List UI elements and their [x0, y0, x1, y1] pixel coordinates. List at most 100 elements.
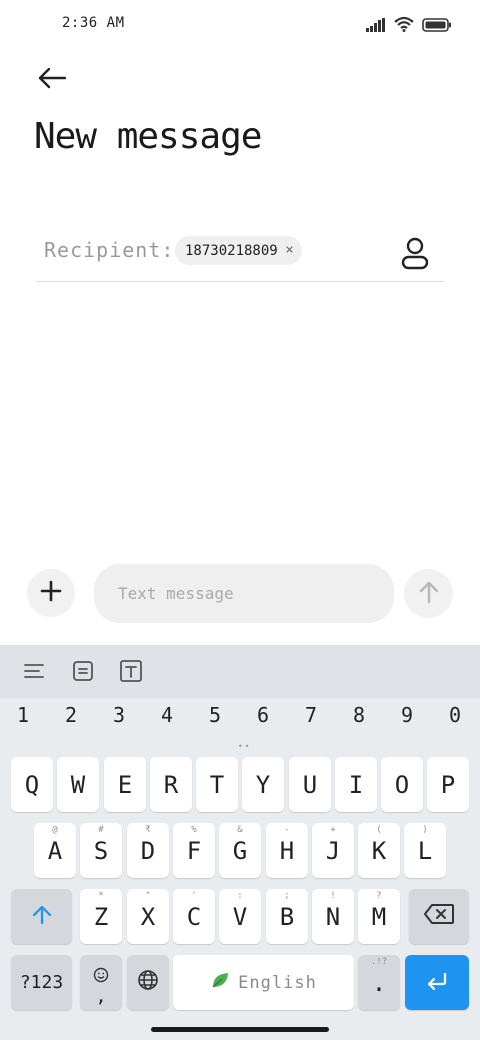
key-label: ?123	[19, 972, 64, 993]
home-indicator[interactable]	[151, 1027, 329, 1032]
key-label: F	[186, 836, 202, 865]
key-hint: (	[376, 825, 382, 835]
document-icon[interactable]	[71, 659, 95, 683]
key-7[interactable]: 7	[291, 703, 331, 727]
key-m[interactable]: ? M	[358, 889, 400, 944]
attach-button[interactable]	[27, 569, 75, 617]
recipient-chip[interactable]: 18730218809 ×	[175, 236, 302, 265]
number-row: 1 2 3 4 5 6 7 8 9 0	[0, 703, 480, 737]
shift-icon	[31, 903, 53, 931]
key-z[interactable]: * Z	[80, 889, 122, 944]
space-key[interactable]: English	[173, 955, 354, 1010]
key-hint: *	[98, 891, 104, 901]
message-input[interactable]	[94, 564, 394, 623]
key-label: S	[93, 836, 109, 865]
space-label: English	[238, 972, 317, 993]
key-label: T	[209, 770, 225, 799]
key-hint: %	[191, 825, 197, 835]
key-hint: ;	[284, 891, 290, 901]
recipient-label: Recipient:	[44, 238, 175, 262]
contact-picker-button[interactable]	[400, 236, 430, 270]
person-icon	[400, 237, 430, 274]
shift-key[interactable]	[11, 889, 72, 944]
key-s[interactable]: # S	[80, 823, 122, 878]
globe-icon	[137, 969, 159, 997]
key-hint: !	[330, 891, 336, 901]
key-e[interactable]: E	[104, 757, 146, 812]
key-u[interactable]: U	[289, 757, 331, 812]
key-hint: :	[237, 891, 243, 901]
enter-key[interactable]	[405, 955, 469, 1010]
key-label: C	[186, 902, 202, 931]
signal-icon	[366, 17, 386, 36]
key-label: G	[232, 836, 248, 865]
key-label: W	[70, 770, 86, 799]
key-o[interactable]: O	[381, 757, 423, 812]
key-label: D	[140, 836, 156, 865]
chip-close-icon[interactable]: ×	[285, 242, 293, 258]
key-v[interactable]: :V	[219, 889, 261, 944]
key-hint: "	[145, 891, 151, 901]
key-hint: '	[191, 891, 197, 901]
key-i[interactable]: I	[335, 757, 377, 812]
key-label: P	[440, 770, 456, 799]
menu-lines-icon[interactable]	[22, 659, 46, 683]
key-r[interactable]: R	[150, 757, 192, 812]
key-q[interactable]: Q	[11, 757, 53, 812]
key-2[interactable]: 2	[51, 703, 91, 727]
key-label: I	[348, 770, 364, 799]
key-y[interactable]: Y	[242, 757, 284, 812]
key-label: X	[140, 902, 156, 931]
key-hint: @	[52, 825, 58, 835]
symbols-key[interactable]: ?123	[11, 955, 72, 1010]
key-hint: -	[284, 825, 290, 835]
key-b[interactable]: ; B	[266, 889, 308, 944]
key-x[interactable]: " X	[127, 889, 169, 944]
arrow-up-icon	[418, 580, 440, 608]
key-label: A	[47, 836, 63, 865]
key-d[interactable]: ₹ D	[127, 823, 169, 878]
key-label: K	[371, 836, 387, 865]
backspace-key[interactable]	[409, 889, 469, 944]
key-l[interactable]: ) L	[404, 823, 446, 878]
key-9[interactable]: 9	[387, 703, 427, 727]
status-bar: 2:36 AM	[0, 0, 480, 50]
key-label: M	[371, 902, 387, 931]
battery-icon	[422, 17, 452, 36]
key-4[interactable]: 4	[147, 703, 187, 727]
key-8[interactable]: 8	[339, 703, 379, 727]
text-box-icon[interactable]	[119, 659, 143, 683]
key-j[interactable]: + J	[312, 823, 354, 878]
backspace-icon	[423, 903, 455, 931]
emoji-key[interactable]: ,	[80, 955, 122, 1010]
key-c[interactable]: ' C	[173, 889, 215, 944]
key-label: H	[279, 836, 295, 865]
key-5[interactable]: 5	[195, 703, 235, 727]
period-key[interactable]: .!?.	[358, 955, 400, 1010]
key-p[interactable]: P	[427, 757, 469, 812]
key-label: L	[417, 836, 433, 865]
wifi-icon	[394, 16, 414, 36]
key-n[interactable]: ! N	[312, 889, 354, 944]
back-button[interactable]	[30, 62, 74, 98]
key-k[interactable]: (K	[358, 823, 400, 878]
key-t[interactable]: T	[196, 757, 238, 812]
language-key[interactable]	[127, 955, 169, 1010]
key-w[interactable]: W	[57, 757, 99, 812]
key-label: N	[325, 902, 341, 931]
key-0[interactable]: 0	[435, 703, 475, 727]
key-hint: .!?	[370, 957, 388, 967]
key-h[interactable]: -H	[266, 823, 308, 878]
key-a[interactable]: @ A	[34, 823, 76, 878]
key-label: E	[117, 770, 133, 799]
key-label: V	[232, 902, 248, 931]
key-f[interactable]: % F	[173, 823, 215, 878]
key-hint: &	[237, 825, 243, 835]
key-6[interactable]: 6	[243, 703, 283, 727]
key-3[interactable]: 3	[99, 703, 139, 727]
send-button[interactable]	[404, 569, 453, 618]
recipient-chip-value: 18730218809	[185, 242, 278, 259]
key-g[interactable]: & G	[219, 823, 261, 878]
key-1[interactable]: 1	[3, 703, 43, 727]
emoji-icon	[93, 961, 109, 989]
